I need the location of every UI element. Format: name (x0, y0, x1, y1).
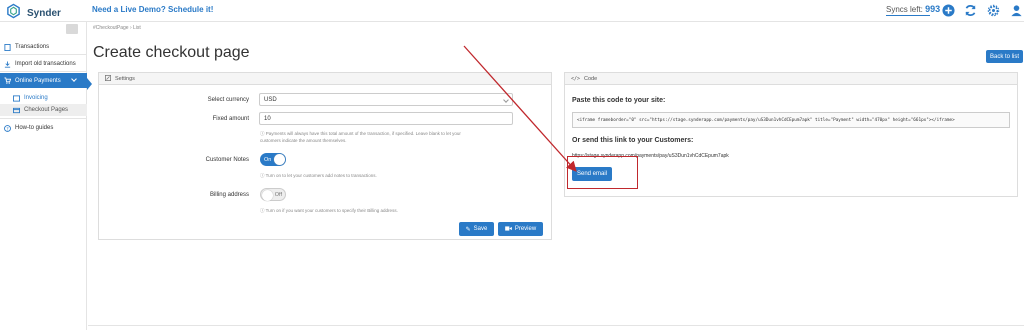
app-name: Synder (27, 8, 61, 19)
currency-value: USD (264, 96, 277, 103)
divider (0, 118, 87, 119)
chevron-down-icon (71, 76, 77, 82)
customer-notes-toggle[interactable]: On (260, 153, 286, 166)
page-title: Create checkout page (93, 44, 250, 61)
sidebar-item-invoicing[interactable]: Invoicing (0, 92, 87, 104)
video-icon (504, 225, 512, 233)
billing-address-label: Billing address (209, 192, 249, 198)
syncs-underline (886, 15, 930, 16)
sidebar-item-how-to[interactable]: ? How-to guides (0, 122, 87, 134)
code-icon: </> (571, 75, 581, 82)
code-header: </> Code (565, 73, 1017, 85)
fixed-amount-help: ⓘ Payments will always have this total a… (260, 130, 520, 144)
card-icon (13, 107, 20, 114)
user-icon[interactable] (1010, 4, 1023, 17)
back-to-list-button[interactable]: Back to list (986, 50, 1023, 63)
chevron-down-icon (503, 97, 509, 103)
gear-icon[interactable] (987, 4, 1000, 17)
help-text: Turn on to let your customers add notes … (265, 173, 377, 178)
code-title: Code (584, 75, 598, 82)
sidebar-item-label: Checkout Pages (24, 107, 69, 113)
fixed-amount-label: Fixed amount (212, 116, 249, 122)
embed-code-box[interactable]: <iframe frameborder="0" src="https://sta… (572, 112, 1010, 128)
highlight-annotation-box (567, 156, 638, 189)
help-text: Turn on if you want your customers to sp… (265, 208, 398, 213)
currency-select[interactable]: USD (259, 93, 513, 106)
sidebar-item-label: Invoicing (24, 95, 48, 101)
sidebar-item-transactions[interactable]: Transactions (0, 41, 87, 53)
sidebar-collapse-button[interactable] (66, 24, 78, 34)
syncs-label: Syncs left: (886, 5, 923, 14)
customer-notes-label: Customer Notes (205, 157, 249, 163)
plus-circle-icon[interactable] (942, 4, 955, 17)
sidebar-item-online-payments[interactable]: Online Payments (0, 73, 87, 88)
customer-notes-help: ⓘ Turn on to let your customers add note… (260, 172, 520, 179)
sidebar-item-import[interactable]: Import old transactions (0, 58, 87, 70)
sidebar: Transactions Import old transactions Onl… (0, 22, 87, 330)
preview-label: Preview (514, 226, 537, 232)
live-demo-link[interactable]: Need a Live Demo? Schedule it! (92, 5, 213, 14)
help-text-line-2: customers indicate the amount themselves… (260, 138, 347, 143)
send-link-title: Or send this link to your Customers: (572, 137, 694, 144)
billing-address-toggle[interactable]: Off (260, 188, 286, 201)
invoice-icon (13, 94, 20, 102)
settings-title: Settings (115, 75, 135, 82)
refresh-icon[interactable] (964, 4, 977, 17)
sidebar-item-checkout-pages[interactable]: Checkout Pages (0, 104, 87, 116)
syncs-left[interactable]: Syncs left: 993 (886, 4, 940, 14)
billing-address-help: ⓘ Turn on if you want your customers to … (260, 207, 520, 214)
syncs-count: 993 (925, 4, 941, 14)
breadcrumb[interactable]: #CheckoutPage › List (93, 25, 141, 31)
preview-button[interactable]: Preview (498, 222, 543, 236)
top-bar: Synder Need a Live Demo? Schedule it! Sy… (0, 0, 1024, 22)
toggle-knob (262, 190, 273, 201)
logo[interactable]: Synder (6, 3, 61, 24)
sidebar-item-label: Transactions (15, 44, 50, 50)
divider (0, 71, 87, 72)
toggle-state: On (264, 156, 272, 163)
currency-label: Select currency (207, 97, 249, 103)
settings-header: Settings (99, 73, 551, 85)
document-icon (4, 43, 11, 51)
active-caret (87, 78, 92, 90)
sidebar-item-label: Online Payments (15, 77, 61, 84)
toggle-state: Off (274, 191, 282, 198)
fixed-amount-field[interactable]: 10 (259, 112, 513, 125)
footer-divider (88, 325, 1024, 326)
edit-icon (105, 74, 111, 83)
sidebar-item-label: How-to guides (15, 125, 54, 131)
download-icon (4, 60, 11, 68)
sidebar-item-label: Import old transactions (15, 61, 76, 67)
fixed-amount-value: 10 (264, 115, 271, 122)
help-text-line-1: Payments will always have this total amo… (265, 131, 461, 136)
paste-code-title: Paste this code to your site: (572, 97, 666, 104)
pencil-icon: ✎ (465, 226, 471, 233)
save-button[interactable]: ✎ Save (459, 222, 494, 236)
toggle-knob (274, 154, 285, 165)
question-circle-icon: ? (4, 124, 11, 132)
cart-icon (4, 77, 12, 84)
synder-logo-icon (6, 3, 21, 24)
divider (0, 54, 87, 55)
save-label: Save (473, 226, 488, 232)
